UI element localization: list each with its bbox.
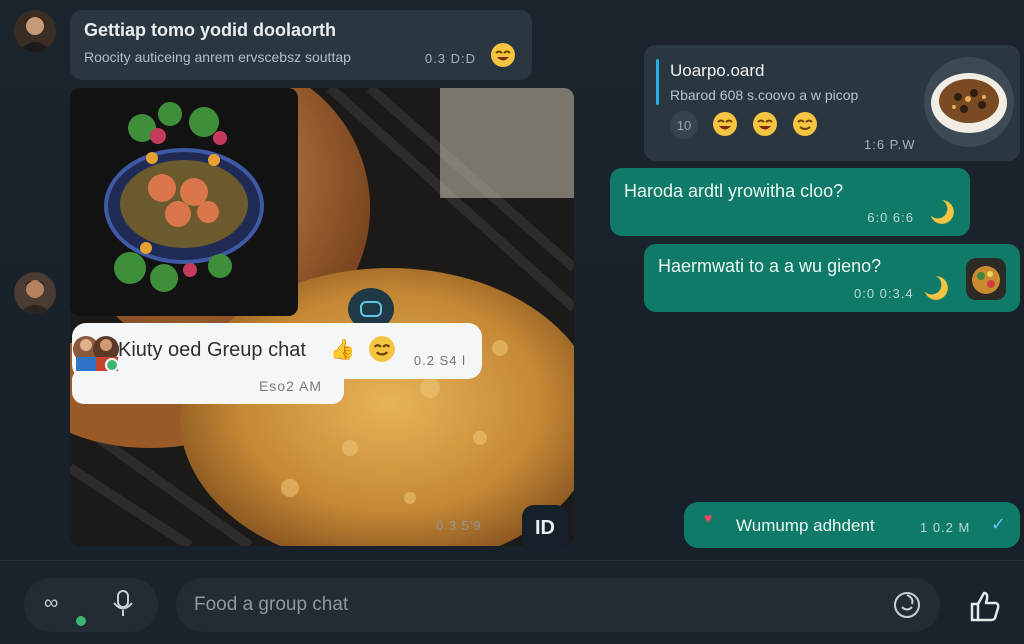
group-chat-label: Kiuty oed Greup chat (118, 339, 306, 361)
message-time: 1 0.2 M (920, 520, 971, 535)
thumbs-up-icon[interactable] (966, 588, 1002, 624)
photo-time: 0.3 5'9 (436, 518, 482, 533)
reply-title: Uoarpo.oard (670, 61, 765, 80)
message-text: Wumump adhdent (736, 516, 875, 535)
group-avatars (73, 336, 119, 372)
message-text: Haroda ardtl yrowitha cloo? (624, 181, 844, 201)
outgoing-message-3[interactable]: ♥ Wumump adhdent 1 0.2 M ✓ (684, 502, 1020, 548)
thumbnail-time: Eso2 AM (258, 378, 322, 394)
reply-card-time: 1:6 P.W (864, 137, 916, 152)
smiling-emoji-icon (369, 336, 395, 362)
group-chip-time: 0.2 S4 l (413, 353, 466, 368)
outgoing-message-2[interactable]: Haermwati to a a wu gieno? 0:0 0:3.4 (644, 244, 1020, 312)
heart-icon: ♥ (704, 510, 713, 526)
paperclip-icon[interactable]: ∞ (44, 592, 58, 615)
message-time: 0.3 D:D (424, 51, 476, 66)
chat-window: Gettiap tomo yodid doolaorth Roocity aut… (0, 0, 1024, 644)
thumbs-up-icon: 👍 (330, 339, 355, 361)
laughing-emoji-icon (491, 43, 515, 67)
smiley-icon[interactable] (892, 590, 922, 620)
photo-message[interactable]: Eso2 AM 0.3 5'9 (70, 88, 574, 546)
food-thumbnail[interactable] (70, 88, 298, 316)
moon-emoji-icon (922, 275, 948, 300)
food-plate-thumbnail[interactable] (924, 57, 1014, 147)
sender-avatar-top[interactable] (14, 10, 56, 52)
reaction-emoji-icon[interactable] (712, 111, 738, 142)
media-badge[interactable]: ID (522, 505, 568, 551)
food-plate-image (70, 88, 298, 316)
message-time: 6:0 6:6 (867, 210, 914, 225)
message-title: Gettiap tomo yodid doolaorth (84, 20, 336, 40)
message-time: 0:0 0:3.4 (854, 286, 914, 301)
reaction-emoji-icon[interactable] (792, 111, 818, 142)
online-status-dot (74, 614, 88, 628)
message-bubble-icon (360, 301, 382, 317)
moon-emoji-icon (928, 199, 954, 224)
message-input-wrapper (176, 578, 940, 632)
food-sticker-image[interactable] (966, 258, 1006, 300)
message-input[interactable] (194, 578, 874, 632)
reaction-emoji-icon[interactable] (752, 111, 778, 142)
message-text: Haermwati to a a wu gieno? (658, 256, 882, 276)
outgoing-message-1[interactable]: Haroda ardtl yrowitha cloo? 6:0 6:6 (610, 168, 970, 236)
reply-card-message[interactable]: Uoarpo.oard Rbarod 608 s.coovo a w picop… (644, 45, 1020, 161)
group-chat-chip[interactable]: Kiuty oed Greup chat 👍 0.2 S4 l (72, 323, 482, 379)
sender-avatar-middle[interactable] (14, 272, 56, 314)
quote-bar (656, 59, 659, 105)
read-check-icon: ✓ (990, 514, 1006, 534)
microphone-icon[interactable] (112, 590, 134, 618)
composer-tools: ∞ (24, 578, 158, 632)
reaction-count-ring[interactable]: 10 (670, 111, 698, 139)
reply-subtitle: Rbarod 608 s.coovo a w picop (670, 87, 859, 103)
incoming-message-1[interactable]: Gettiap tomo yodid doolaorth Roocity aut… (70, 10, 532, 80)
